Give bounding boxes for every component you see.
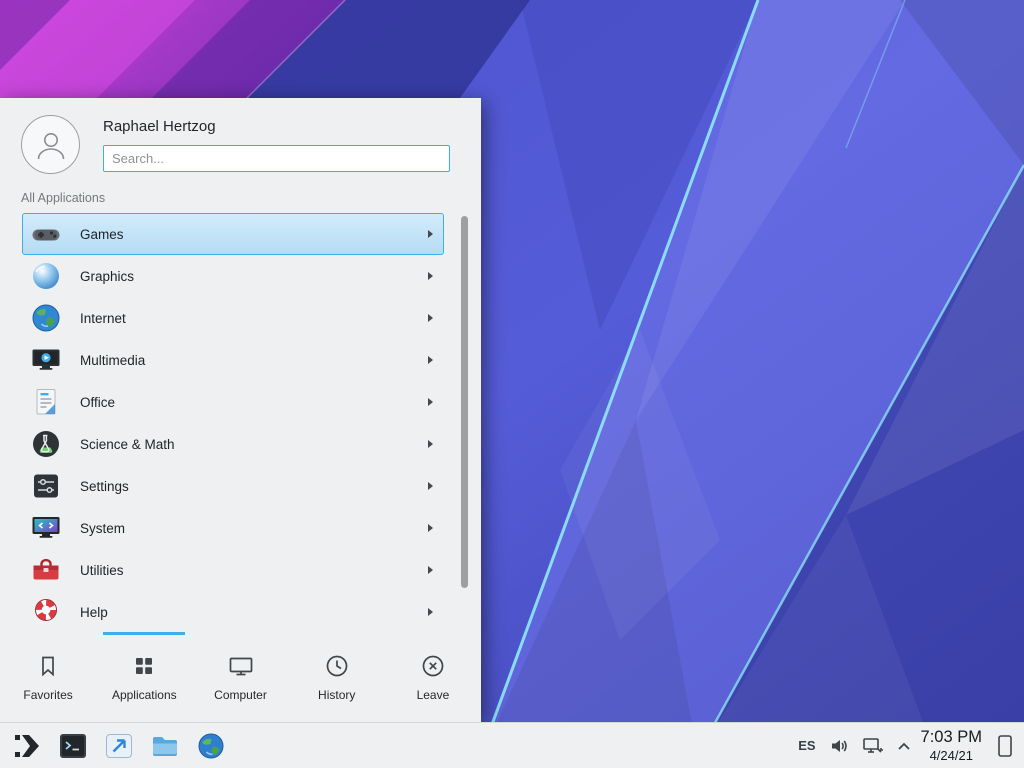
category-label: Internet <box>80 311 126 326</box>
expand-caret-icon[interactable] <box>897 741 911 751</box>
category-system[interactable]: System <box>22 507 444 549</box>
category-label: Settings <box>80 479 129 494</box>
application-launcher-popup: Raphael Hertzog All Applications Games <box>0 98 481 722</box>
launcher-footer: Favorites Applications <box>0 632 481 722</box>
konsole-icon <box>58 731 88 761</box>
search-input[interactable] <box>103 145 450 172</box>
dolphin-taskbar-button[interactable] <box>146 727 184 765</box>
utilities-toolbox-icon <box>30 554 62 586</box>
tab-label: Computer <box>214 688 267 702</box>
category-settings[interactable]: Settings <box>22 465 444 507</box>
chevron-right-icon <box>428 608 433 616</box>
network-icon[interactable] <box>862 736 884 756</box>
clock-date: 4/24/21 <box>921 748 982 763</box>
section-label: All Applications <box>0 182 481 208</box>
category-help[interactable]: Help <box>22 591 444 632</box>
launcher-header: Raphael Hertzog <box>0 98 481 182</box>
tab-leave[interactable]: Leave <box>385 632 481 722</box>
user-name: Raphael Hertzog <box>103 115 450 135</box>
gamepad-icon <box>30 218 62 250</box>
computer-icon <box>228 653 254 679</box>
category-internet[interactable]: Internet <box>22 297 444 339</box>
show-desktop-icon <box>996 733 1014 759</box>
category-label: Games <box>80 227 124 242</box>
category-graphics[interactable]: Graphics <box>22 255 444 297</box>
discover-icon <box>104 731 134 761</box>
tab-history[interactable]: History <box>289 632 385 722</box>
leave-icon <box>420 653 446 679</box>
app-launcher-button[interactable] <box>8 727 46 765</box>
tab-label: Leave <box>417 688 450 702</box>
keyboard-layout-indicator[interactable]: ES <box>798 738 815 753</box>
tab-label: History <box>318 688 355 702</box>
category-multimedia[interactable]: Multimedia <box>22 339 444 381</box>
internet-globe-icon <box>30 302 62 334</box>
category-list: Games Graphics <box>0 208 481 632</box>
show-desktop-button[interactable] <box>992 726 1018 766</box>
system-tray: ES <box>798 736 910 756</box>
settings-sliders-icon <box>30 470 62 502</box>
discover-taskbar-button[interactable] <box>100 727 138 765</box>
chevron-right-icon <box>428 566 433 574</box>
clock-time: 7:03 PM <box>921 728 982 747</box>
science-flask-icon <box>30 428 62 460</box>
bookmark-icon <box>35 653 61 679</box>
chevron-right-icon <box>428 314 433 322</box>
category-label: Science & Math <box>80 437 175 452</box>
tab-favorites[interactable]: Favorites <box>0 632 96 722</box>
chevron-right-icon <box>428 230 433 238</box>
volume-icon[interactable] <box>829 736 849 756</box>
category-label: Help <box>80 605 108 620</box>
user-avatar[interactable] <box>21 115 80 174</box>
person-icon <box>33 127 69 163</box>
chevron-right-icon <box>428 356 433 364</box>
category-label: Graphics <box>80 269 134 284</box>
scrollbar[interactable] <box>461 216 468 624</box>
history-clock-icon <box>324 653 350 679</box>
multimedia-monitor-icon <box>30 344 62 376</box>
category-utilities[interactable]: Utilities <box>22 549 444 591</box>
office-document-icon <box>30 386 62 418</box>
chevron-right-icon <box>428 398 433 406</box>
category-label: System <box>80 521 125 536</box>
scrollbar-thumb[interactable] <box>461 216 468 588</box>
chevron-right-icon <box>428 482 433 490</box>
tab-label: Applications <box>112 688 177 702</box>
tab-computer[interactable]: Computer <box>192 632 288 722</box>
graphics-sphere-icon <box>30 260 62 292</box>
system-monitor-icon <box>30 512 62 544</box>
konsole-taskbar-button[interactable] <box>54 727 92 765</box>
chevron-right-icon <box>428 272 433 280</box>
digital-clock[interactable]: 7:03 PM 4/24/21 <box>921 728 982 763</box>
tab-label: Favorites <box>23 688 72 702</box>
active-tab-indicator <box>103 632 185 635</box>
taskbar: ES 7:03 PM 4/24/21 <box>0 722 1024 768</box>
chevron-right-icon <box>428 440 433 448</box>
chevron-right-icon <box>428 524 433 532</box>
tab-applications[interactable]: Applications <box>96 632 192 722</box>
category-science-math[interactable]: Science & Math <box>22 423 444 465</box>
browser-taskbar-button[interactable] <box>192 727 230 765</box>
browser-globe-icon <box>196 731 226 761</box>
applications-grid-icon <box>131 653 157 679</box>
category-games[interactable]: Games <box>22 213 444 255</box>
category-label: Multimedia <box>80 353 145 368</box>
help-lifebuoy-icon <box>30 596 62 628</box>
kickoff-launcher-icon <box>12 731 42 761</box>
category-office[interactable]: Office <box>22 381 444 423</box>
category-label: Utilities <box>80 563 124 578</box>
dolphin-folder-icon <box>150 731 180 761</box>
category-label: Office <box>80 395 115 410</box>
